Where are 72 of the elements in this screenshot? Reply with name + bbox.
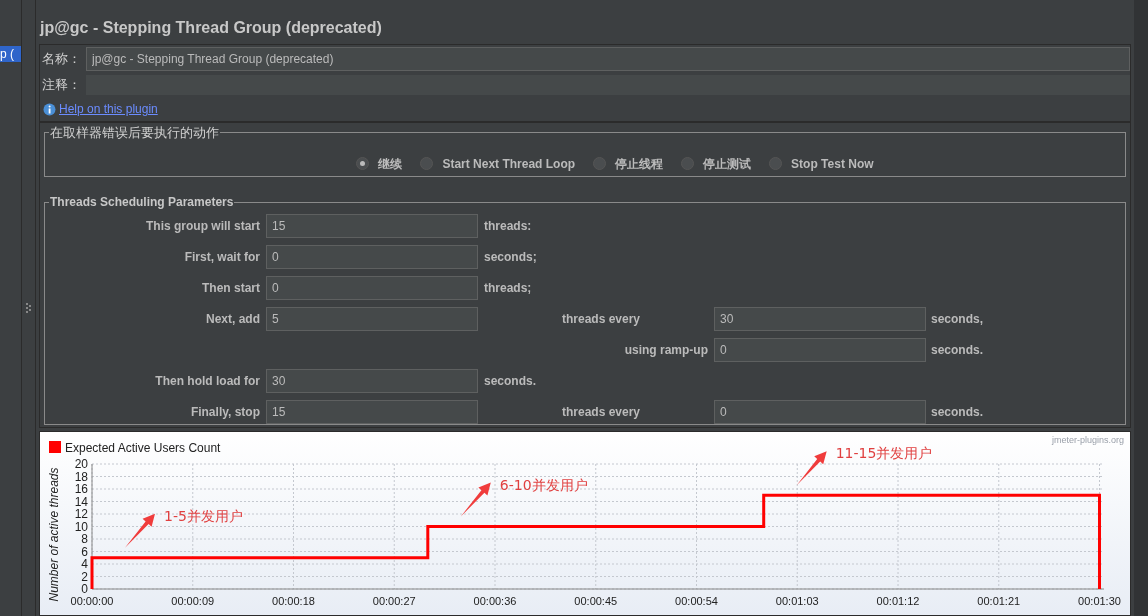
panel-title: jp@gc - Stepping Thread Group (deprecated): [39, 18, 383, 38]
field-label: seconds.: [931, 404, 985, 421]
tick-label: 00:00:27: [372, 595, 416, 607]
radio-option[interactable]: 继续: [356, 154, 403, 173]
tick-label: 0: [81, 582, 88, 596]
credit-label: jmeter-plugins.org: [1051, 435, 1124, 445]
field-label: This group will start: [145, 218, 260, 235]
legend-label: Expected Active Users Count: [65, 441, 221, 455]
tick-label: 20: [74, 457, 88, 471]
number-field[interactable]: 30: [714, 307, 926, 331]
tick-label: 00:00:18: [272, 595, 315, 607]
field-label: threads:: [484, 218, 533, 235]
tick-label: 2: [81, 569, 88, 584]
name-field[interactable]: jp@gc - Stepping Thread Group (deprecated): [86, 47, 1130, 71]
field-label: First, wait for: [183, 249, 260, 266]
field-label: seconds.: [484, 373, 538, 390]
tick-label: 8: [81, 532, 88, 546]
help-link[interactable]: Help on this plugin: [59, 100, 158, 118]
number-field[interactable]: 30: [266, 369, 478, 393]
tick-label: 4: [81, 557, 88, 571]
info-icon: [43, 102, 56, 116]
tick-label: 00:01:30: [1078, 595, 1121, 607]
field-label: Then start: [201, 280, 260, 297]
field-label: seconds,: [931, 311, 985, 328]
tick-label: 00:01:03: [775, 595, 819, 607]
field-label: threads;: [484, 280, 533, 297]
comment-field[interactable]: [86, 75, 1130, 95]
tick-label: 10: [74, 519, 88, 534]
field-label: seconds;: [484, 249, 538, 266]
annotation-label: 6-10并发用户: [499, 476, 588, 493]
field-label: threads every: [562, 404, 642, 421]
number-field[interactable]: 15: [266, 214, 478, 238]
tick-label: 00:01:21: [977, 595, 1021, 607]
number-field[interactable]: 15: [266, 400, 478, 424]
tick-label: 00:01:12: [876, 595, 920, 607]
radio-option[interactable]: Stop Test Now: [769, 154, 874, 173]
radio-option[interactable]: 停止线程: [593, 154, 664, 173]
tick-label: 00:00:45: [574, 595, 618, 607]
number-field[interactable]: 0: [266, 245, 478, 269]
field-label: 注释：: [41, 76, 82, 95]
tick-label: 00:00:00: [70, 595, 114, 607]
field-label: 名称：: [41, 50, 82, 69]
annotation-label: 1-5并发用户: [164, 507, 243, 524]
field-label: using ramp-up: [623, 342, 708, 359]
tree-item[interactable]: p (: [0, 46, 21, 62]
number-field[interactable]: 5: [266, 307, 478, 331]
radio-option[interactable]: 停止测试: [681, 154, 752, 173]
tick-label: 14: [74, 494, 88, 509]
number-field[interactable]: 0: [714, 400, 926, 424]
group-title: Threads Scheduling Parameters: [49, 194, 235, 211]
tick-label: 18: [74, 469, 88, 484]
field-label: Finally, stop: [189, 404, 260, 421]
arrow: [460, 482, 491, 517]
field-label: Next, add: [205, 311, 260, 328]
number-field[interactable]: 0: [714, 338, 926, 362]
tick-label: 00:00:36: [473, 595, 517, 607]
radio-button[interactable]: [356, 157, 370, 170]
field-label: threads every: [562, 311, 642, 328]
tick-label: 6: [81, 544, 88, 559]
annotation-label: 11-15并发用户: [835, 445, 933, 462]
tick-label: 00:00:54: [675, 595, 718, 607]
tick-label: 16: [74, 482, 88, 496]
tick-label: 12: [74, 507, 88, 521]
number-field[interactable]: 0: [266, 276, 478, 300]
axis-title: Number of active threads: [47, 467, 61, 602]
field-label: seconds.: [931, 342, 985, 359]
field-label: Then hold load for: [154, 373, 260, 390]
tick-label: 00:00:09: [171, 595, 215, 607]
radio-option[interactable]: Start Next Thread Loop: [420, 154, 576, 173]
legend-swatch: [49, 441, 61, 453]
grip-icon: [25, 303, 32, 313]
group-title: 在取样器错误后要执行的动作: [49, 124, 220, 142]
